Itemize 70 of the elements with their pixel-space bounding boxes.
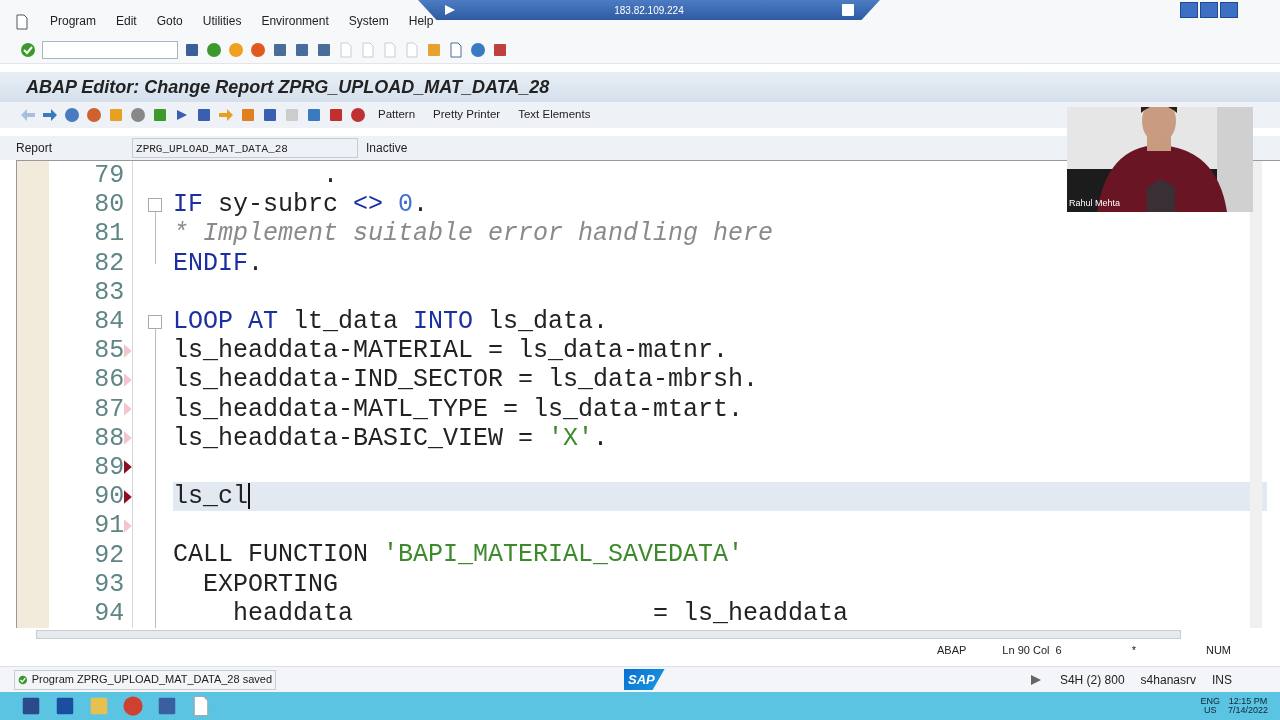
toolbar-button[interactable]: Pattern (372, 106, 422, 124)
menu-item[interactable]: Program (50, 12, 96, 30)
cursor-position: Ln 90 Col 6 (1002, 642, 1062, 658)
menu-item[interactable]: Goto (156, 12, 183, 30)
remote-address: 183.82.109.224 (614, 3, 684, 18)
line-number: 79 (93, 163, 125, 189)
status-text: Inactive (366, 140, 408, 157)
line-number: 84 (93, 309, 125, 335)
system-info[interactable]: S4H (2) 800 (1059, 670, 1125, 689)
line-number: 81 (93, 221, 125, 247)
back-arrow-icon[interactable] (20, 107, 36, 123)
code-line: ls_headdata-BASIC_VIEW = 'X'. (173, 423, 609, 453)
line-number: 94 (93, 600, 125, 626)
menu-item[interactable]: Utilities (202, 12, 242, 30)
line-number: 88 (93, 425, 125, 451)
line-number: 86 (93, 367, 125, 393)
modified-indicator: * (1131, 642, 1136, 658)
code-line: ls_headdata-MATL_TYPE = ls_data-mtart. (173, 394, 744, 424)
editor-mode: ABAP (937, 642, 967, 658)
region-indicator[interactable]: US (1200, 706, 1220, 715)
code-line: IF sy-subrc <> 0. (173, 190, 429, 220)
line-number: 91 (93, 513, 125, 539)
line-number: 89 (93, 454, 125, 480)
code-line: ls_headdata-MATERIAL = ls_data-matnr. (173, 336, 729, 366)
text-cursor (248, 483, 250, 510)
toolbar-button[interactable]: Pretty Printer (427, 106, 507, 124)
participant-name: Rahul Mehta (1069, 196, 1121, 210)
code-line: ls_cl (173, 482, 248, 512)
menu-item[interactable]: System (348, 12, 389, 30)
num-lock-indicator: NUM (1205, 642, 1232, 658)
line-number: 92 (93, 542, 125, 568)
line-number: 80 (93, 192, 125, 218)
code-line: headdata = ls_headdata (232, 598, 849, 628)
line-number: 82 (93, 250, 125, 276)
forward-arrow-icon[interactable] (42, 107, 58, 123)
menu-item[interactable]: Help (408, 12, 434, 30)
restore-button[interactable] (1200, 2, 1218, 18)
close-button[interactable] (1220, 2, 1238, 18)
line-number: 87 (93, 396, 125, 422)
language-indicator[interactable]: ENG (1200, 697, 1220, 706)
line-number: 93 (93, 571, 125, 597)
line-number: 90 (93, 484, 125, 510)
server-name: s4hanasrv (1140, 671, 1196, 689)
line-number: 83 (93, 279, 125, 305)
code-line: LOOP AT lt_data INTO ls_data. (173, 306, 609, 336)
toolbar-button[interactable]: Text Elements (512, 106, 597, 124)
code-line: ls_headdata-IND_SECTOR = ls_data-mbrsh. (173, 365, 759, 395)
code-line: CALL FUNCTION 'BAPI_MATERIAL_SAVEDATA' (173, 540, 744, 570)
clock-date[interactable]: 7/14/2022 (1227, 706, 1268, 715)
enter-icon[interactable] (20, 41, 36, 58)
field-label: Report (16, 140, 53, 157)
vertical-scrollbar[interactable] (1250, 161, 1262, 628)
code-line: ENDIF. (173, 248, 264, 278)
screen-title: ABAP Editor: Change Report ZPRG_UPLOAD_MAT_DATA_28 (0, 72, 1280, 102)
code-line: . (322, 161, 339, 190)
clock-time[interactable]: 12:15 PM (1227, 697, 1268, 706)
report-name-field[interactable]: ZPRG_UPLOAD_MAT_DATA_28 (132, 138, 359, 158)
horizontal-scrollbar[interactable] (36, 629, 1181, 639)
sap-logo: SAP (624, 668, 665, 691)
collapse-button[interactable] (148, 198, 162, 213)
message-text: Program ZPRG_UPLOAD_MAT_DATA_28 saved (31, 672, 272, 688)
menu-item[interactable]: Edit (116, 12, 137, 30)
input-mode: INS (1212, 671, 1232, 689)
code-line: * Implement suitable error handling here (173, 219, 774, 249)
line-number: 85 (93, 338, 125, 364)
collapse-button[interactable] (148, 314, 162, 329)
minimize-button[interactable] (1180, 2, 1198, 18)
menu-item[interactable]: Environment (261, 12, 329, 30)
code-line: EXPORTING (202, 569, 339, 599)
command-field[interactable] (42, 40, 178, 59)
